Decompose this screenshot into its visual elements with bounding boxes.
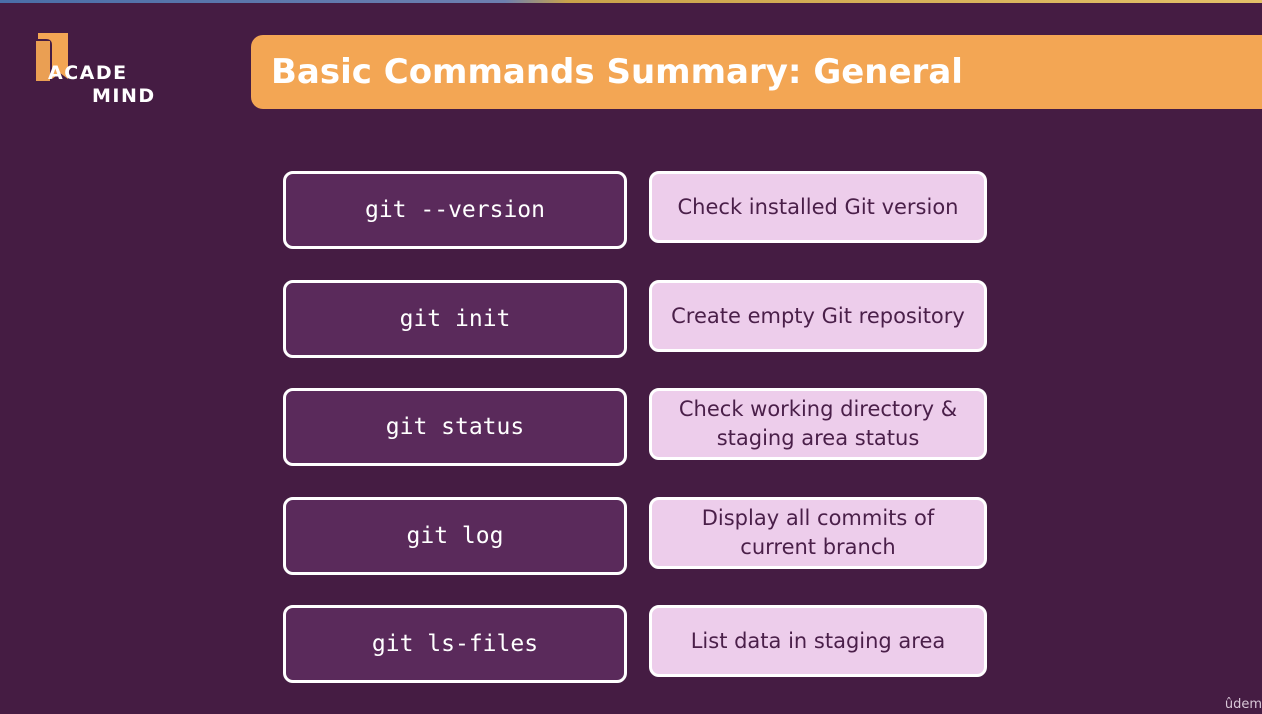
description-box: Display all commits of current branch xyxy=(649,497,987,569)
command-box: git ls-files xyxy=(283,605,627,683)
description-box: Check installed Git version xyxy=(649,171,987,243)
description-box: Create empty Git repository xyxy=(649,280,987,352)
description-box: Check working directory & staging area s… xyxy=(649,388,987,460)
command-row: git log Display all commits of current b… xyxy=(283,497,993,575)
title-bar: Basic Commands Summary: General xyxy=(251,35,1262,109)
command-box: git status xyxy=(283,388,627,466)
command-row: git init Create empty Git repository xyxy=(283,280,993,358)
command-box: git init xyxy=(283,280,627,358)
description-box: List data in staging area xyxy=(649,605,987,677)
video-top-strip xyxy=(0,0,1262,3)
udemy-watermark: ûdem xyxy=(1224,697,1262,712)
command-box: git --version xyxy=(283,171,627,249)
command-box: git log xyxy=(283,497,627,575)
command-row: git --version Check installed Git versio… xyxy=(283,171,993,249)
command-row: git status Check working directory & sta… xyxy=(283,388,993,466)
slide-title: Basic Commands Summary: General xyxy=(271,52,963,92)
logo-text-line2: MIND xyxy=(92,85,156,107)
logo-text-line1: ACADE xyxy=(48,62,128,84)
command-row: git ls-files List data in staging area xyxy=(283,605,993,683)
academind-logo: ACADE MIND xyxy=(32,30,172,110)
